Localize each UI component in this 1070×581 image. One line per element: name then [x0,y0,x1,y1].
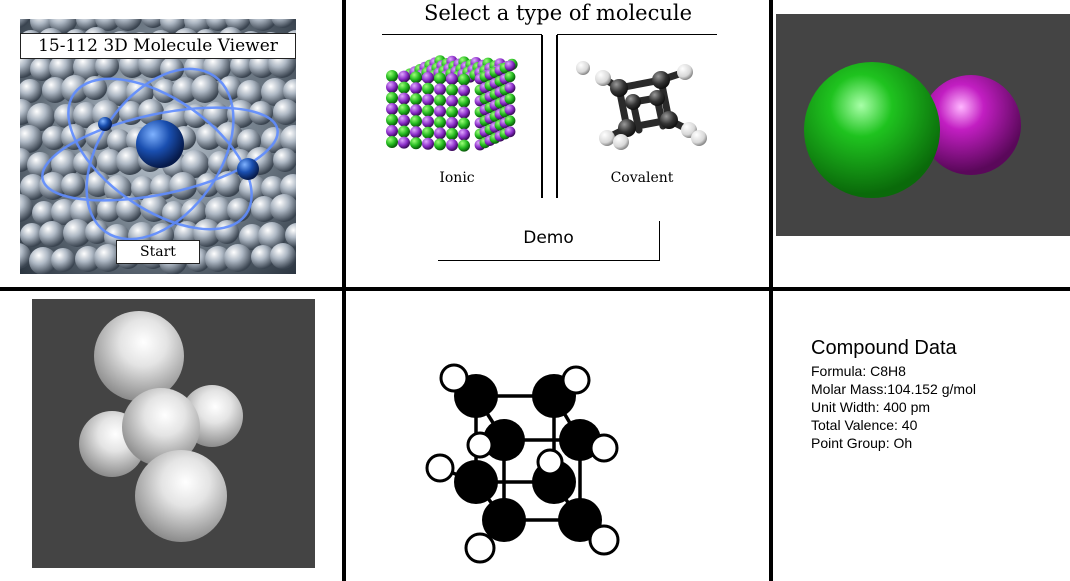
covalent-option[interactable]: Covalent [557,40,727,195]
cubane-wireframe-diagram [425,363,620,564]
selector-heading: Select a type of molecule [423,1,693,25]
total-valence-row: Total Valence: 40 [811,417,918,433]
covalent-label: Covalent [610,170,674,186]
start-button[interactable]: Start [116,240,200,264]
covalent-molecule-render [79,311,243,542]
ionic-molecule-render [804,62,1021,198]
title-screen-panel: 15-112 3D Molecule Viewer Start [20,19,296,274]
selector-underline-right [557,34,717,35]
ionic-render-view[interactable] [776,14,1070,236]
chlorine-atom [804,62,940,198]
molar-mass-row: Molar Mass:104.152 g/mol [811,381,976,397]
ionic-lattice-icon [386,55,518,152]
unit-width-row: Unit Width: 400 pm [811,399,931,415]
compound-data-heading: Compound Data [811,337,957,359]
cubane-icon [576,61,707,150]
app-title: 15-112 3D Molecule Viewer [20,33,296,59]
formula-row: Formula: C8H8 [811,363,906,379]
ionic-option[interactable]: Ionic [372,40,542,195]
grid-divider-horizontal [0,287,1070,291]
covalent-render-view[interactable] [32,299,315,568]
compound-data-panel: Compound Data Formula: C8H8 Molar Mass:1… [811,336,1061,452]
selector-underline-left [382,34,542,35]
point-group-row: Point Group: Oh [811,435,913,451]
ionic-label: Ionic [439,170,475,186]
demo-button[interactable]: Demo [438,221,660,261]
